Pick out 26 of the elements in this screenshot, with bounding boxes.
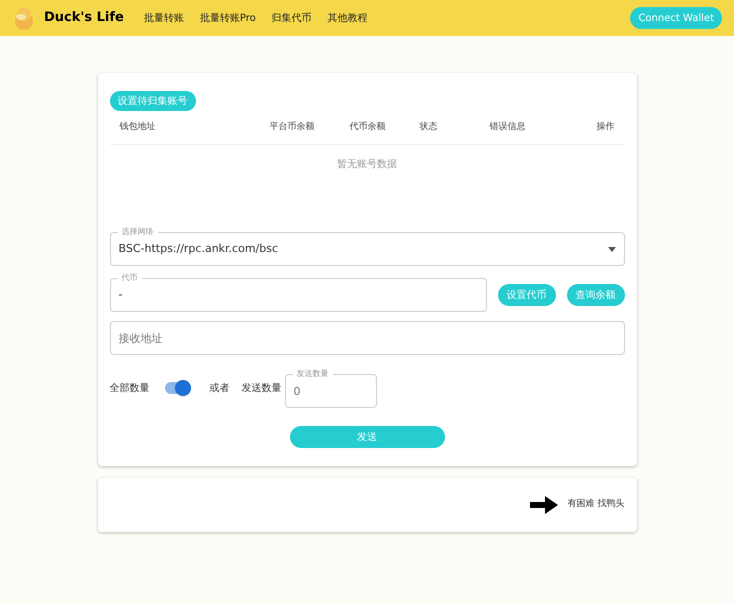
receiver-field[interactable]: 接收地址 [110, 321, 624, 355]
column-header: 错误信息 [490, 120, 526, 134]
duck-logo-icon [12, 5, 36, 31]
nav-link[interactable]: 其他教程 [328, 10, 368, 26]
brand-name: Duck's Life [44, 9, 124, 28]
nav-link[interactable]: 批量转账 [144, 10, 184, 26]
or-text: 或者 [210, 382, 230, 396]
field-label: 代币 [118, 272, 142, 284]
column-header: 钱包地址 [120, 120, 156, 134]
field-label: 发送数量 [292, 368, 332, 380]
empty-message: 暂无账号数据 [336, 158, 398, 172]
caret-icon [608, 246, 616, 252]
send-amount-label: 发送数量 [242, 382, 282, 396]
column-header: 操作 [596, 120, 614, 134]
field-value: - [118, 286, 124, 303]
nav-link[interactable]: 批量转账Pro [200, 10, 256, 26]
all-amount-label: 全部数量 [110, 382, 150, 396]
column-header: 状态 [420, 120, 438, 134]
right-arrow-icon [530, 496, 558, 514]
all-amount-switch[interactable] [164, 382, 188, 394]
nav-link[interactable]: 归集代币 [272, 10, 312, 26]
help-text: 有困难 找鸭头 [568, 498, 624, 512]
field-label: 选择网络 [118, 226, 158, 238]
column-header: 平台币余额 [270, 120, 316, 134]
field-value: BSC-https://rpc.ankr.com/bsc [118, 240, 280, 257]
column-header: 代币余额 [350, 120, 386, 134]
